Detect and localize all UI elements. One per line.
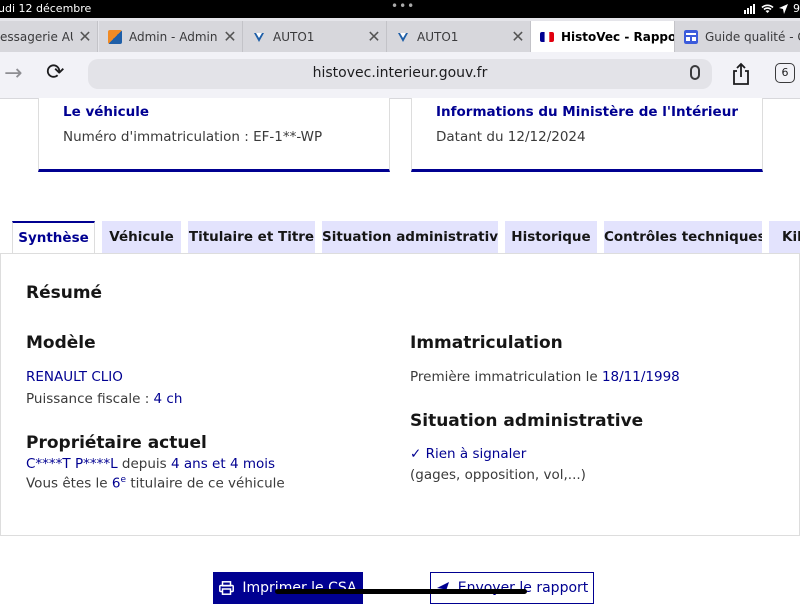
owner-since-value: 4 ans et 4 mois xyxy=(171,456,276,472)
browser-tab-guide[interactable]: Guide qualité - G xyxy=(675,21,800,52)
location-icon xyxy=(779,3,788,14)
fiscal-power: Puissance fiscale : 4 ch xyxy=(26,391,182,407)
multitasking-dots[interactable]: ••• xyxy=(391,0,415,13)
vehicle-card: Le véhicule Numéro d'immatriculation : E… xyxy=(38,98,390,172)
report-date: Datant du 12/12/2024 xyxy=(436,129,586,145)
admin-detail: (gages, opposition, vol,...) xyxy=(410,467,586,483)
fiscal-power-value: 4 ch xyxy=(153,391,183,407)
tab-controles-techniques[interactable]: Contrôles techniques xyxy=(604,221,762,253)
battery-level: 9 xyxy=(793,2,800,15)
status-bar: udi 12 décembre ••• 9 xyxy=(0,0,800,18)
ministry-card-title: Informations du Ministère de l'Intérieur xyxy=(436,104,738,120)
auto1-icon xyxy=(398,32,408,42)
auto1-icon xyxy=(254,32,264,42)
france-flag-icon xyxy=(540,31,554,42)
forward-icon[interactable]: → xyxy=(4,61,22,86)
close-tab-icon[interactable]: ✕ xyxy=(218,27,242,46)
microphone-icon[interactable] xyxy=(690,65,700,80)
printer-icon xyxy=(219,581,235,595)
tab-kilometrage[interactable]: Kilo xyxy=(769,221,800,253)
model-value: RENAULT CLIO xyxy=(26,369,123,385)
owner-line: C****T P****L depuis 4 ans et 4 mois xyxy=(26,456,275,472)
share-icon[interactable] xyxy=(731,62,751,86)
summary-title: Résumé xyxy=(26,283,103,303)
report-tabs: Synthèse Véhicule Titulaire et Titre Sit… xyxy=(12,221,800,254)
holder-rank: 6 xyxy=(111,475,121,492)
holder-rank-line: Vous êtes le 6e titulaire de ce véhicule xyxy=(26,475,285,492)
owner-name: C****T P****L xyxy=(26,456,118,472)
close-tab-icon[interactable]: ✕ xyxy=(362,27,386,46)
browser-tab-title: HistoVec - Rappo xyxy=(561,29,674,44)
tab-titulaire-titre[interactable]: Titulaire et Titre xyxy=(188,221,315,253)
browser-tab-title: Admin - Admin C xyxy=(129,29,218,44)
model-heading: Modèle xyxy=(26,333,96,353)
browser-tab-title: AUTO1 xyxy=(273,29,315,44)
home-indicator[interactable] xyxy=(275,589,527,594)
browser-tab-messagerie[interactable]: essagerie AUT ✕ xyxy=(0,21,98,52)
browser-tab-auto1-b[interactable]: AUTO1 ✕ xyxy=(387,21,531,52)
browser-toolbar: → ⟳ histovec.interieur.gouv.fr 6 xyxy=(0,52,800,99)
reload-icon[interactable]: ⟳ xyxy=(46,60,64,85)
registration-heading: Immatriculation xyxy=(410,333,563,353)
tab-vehicule[interactable]: Véhicule xyxy=(102,221,181,253)
holder-prefix: Vous êtes le xyxy=(26,475,112,492)
address-bar[interactable]: histovec.interieur.gouv.fr xyxy=(88,59,712,89)
browser-tab-auto1-a[interactable]: AUTO1 ✕ xyxy=(243,21,387,52)
first-registration: Première immatriculation le 18/11/1998 xyxy=(410,369,680,385)
admin-situation-heading: Situation administrative xyxy=(410,411,644,431)
registration-number: Numéro d'immatriculation : EF-1**-WP xyxy=(63,129,323,145)
browser-tab-strip: essagerie AUT ✕ Admin - Admin C ✕ AUTO1 … xyxy=(0,18,800,52)
owner-since-label: depuis xyxy=(117,456,172,472)
admin-status-text: Rien à signaler xyxy=(425,446,527,462)
fiscal-power-label: Puissance fiscale : xyxy=(26,391,154,407)
owner-heading: Propriétaire actuel xyxy=(26,433,207,453)
vehicle-card-title: Le véhicule xyxy=(63,104,150,120)
document-icon xyxy=(684,29,698,44)
first-registration-date: 18/11/1998 xyxy=(601,369,680,385)
admin-icon xyxy=(108,29,122,44)
synthese-panel: Résumé Modèle RENAULT CLIO Puissance fis… xyxy=(0,253,800,536)
first-registration-label: Première immatriculation le xyxy=(410,369,602,385)
holder-suffix: titulaire de ce véhicule xyxy=(126,475,285,492)
status-indicators: 9 xyxy=(744,2,800,15)
browser-tab-title: AUTO1 xyxy=(417,29,459,44)
tab-synthese[interactable]: Synthèse xyxy=(12,221,95,254)
status-time: udi 12 décembre xyxy=(0,2,92,15)
check-icon: ✓ xyxy=(410,446,422,462)
wifi-icon xyxy=(761,4,774,13)
url-text: histovec.interieur.gouv.fr xyxy=(312,65,488,81)
ministry-card: Informations du Ministère de l'Intérieur… xyxy=(411,98,763,172)
close-tab-icon[interactable]: ✕ xyxy=(73,27,97,46)
browser-tab-admin[interactable]: Admin - Admin C ✕ xyxy=(99,21,243,52)
browser-tab-title: Guide qualité - G xyxy=(705,29,800,44)
send-report-button[interactable]: Envoyer le rapport xyxy=(430,572,594,604)
browser-tab-title: essagerie AUT xyxy=(0,29,73,44)
browser-tab-histovec[interactable]: HistoVec - Rappo xyxy=(531,21,675,52)
signal-icon xyxy=(744,3,755,14)
tab-count-button[interactable]: 6 xyxy=(775,63,795,83)
tab-historique[interactable]: Historique xyxy=(505,221,597,253)
close-tab-icon[interactable]: ✕ xyxy=(506,27,530,46)
tab-situation-administrative[interactable]: Situation administrative xyxy=(322,221,498,253)
print-csa-button[interactable]: Imprimer le CSA xyxy=(213,572,363,604)
admin-status: ✓ Rien à signaler xyxy=(410,446,526,462)
